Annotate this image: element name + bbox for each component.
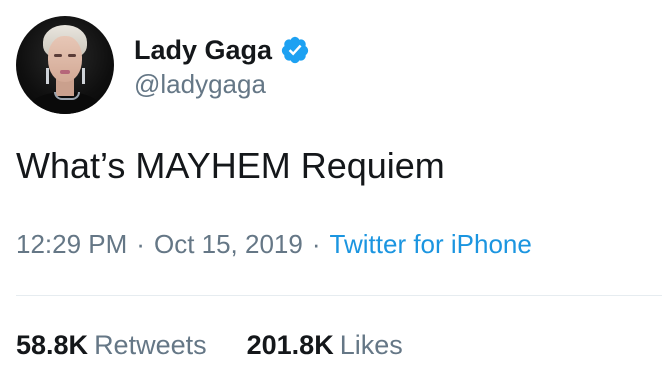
avatar-eye-left	[54, 54, 62, 57]
meta-separator: ·	[311, 229, 321, 259]
tweet-meta: 12:29 PM · Oct 15, 2019 · Twitter for iP…	[16, 229, 532, 260]
user-handle[interactable]: @ladygaga	[134, 71, 310, 97]
avatar[interactable]	[16, 16, 114, 114]
tweet-date[interactable]: Oct 15, 2019	[154, 229, 303, 260]
avatar-lips	[60, 70, 70, 74]
tweet-card: Lady Gaga @ladygaga What’s MAYHEM Requie…	[0, 0, 662, 386]
avatar-face	[48, 36, 82, 82]
avatar-necklace	[54, 92, 80, 100]
avatar-earring-right	[82, 68, 85, 84]
verified-badge-icon	[281, 36, 309, 64]
likes-count: 201.8K	[246, 330, 334, 360]
divider	[16, 295, 662, 296]
retweets-count: 58.8K	[16, 330, 89, 360]
tweet-text: What’s MAYHEM Requiem	[16, 145, 445, 186]
tweet-time[interactable]: 12:29 PM	[16, 229, 127, 260]
tweet-header: Lady Gaga @ladygaga	[16, 16, 310, 114]
tweet-stats: 58.8K Retweets 201.8K Likes	[16, 329, 403, 361]
display-name[interactable]: Lady Gaga	[134, 36, 272, 64]
avatar-eye-right	[68, 54, 76, 57]
user-names: Lady Gaga @ladygaga	[134, 33, 310, 97]
likes-label: Likes	[339, 330, 403, 360]
retweets-label: Retweets	[94, 330, 207, 360]
name-row: Lady Gaga	[134, 33, 310, 67]
avatar-earring-left	[46, 68, 49, 84]
retweets-stat[interactable]: 58.8K Retweets	[16, 329, 207, 361]
meta-separator: ·	[136, 229, 145, 259]
tweet-source-link[interactable]: Twitter for iPhone	[330, 229, 532, 260]
likes-stat[interactable]: 201.8K Likes	[247, 329, 403, 361]
